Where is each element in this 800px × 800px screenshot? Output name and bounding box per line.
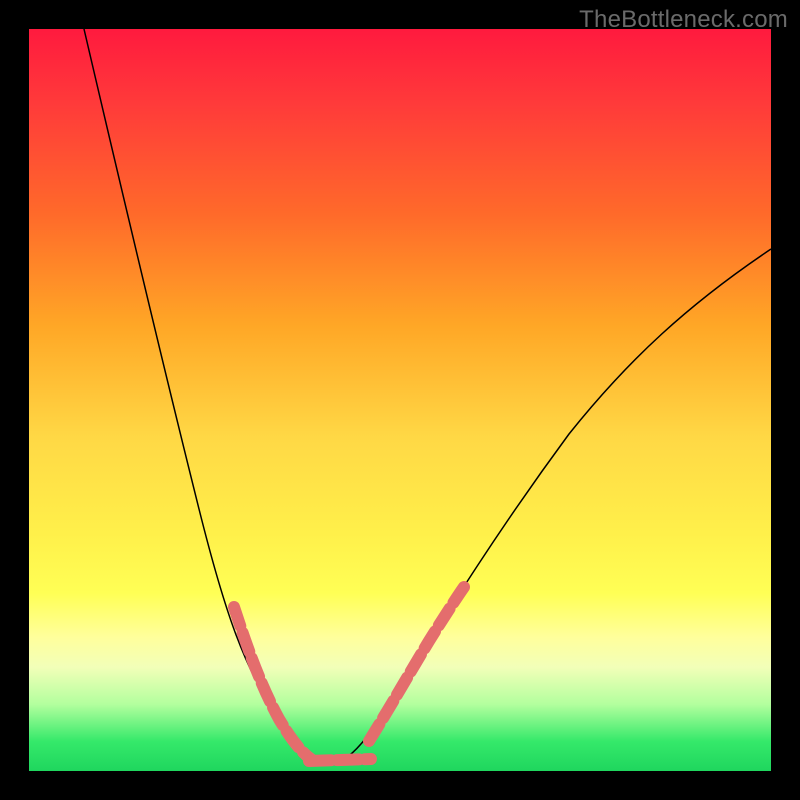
highlight-band-flat bbox=[309, 759, 371, 761]
curve-layer bbox=[29, 29, 771, 771]
highlight-band-left bbox=[234, 607, 311, 759]
watermark-text: TheBottleneck.com bbox=[579, 6, 788, 34]
chart-plot-area bbox=[29, 29, 771, 771]
highlight-band-right bbox=[369, 587, 464, 741]
bottleneck-curve bbox=[84, 29, 771, 764]
